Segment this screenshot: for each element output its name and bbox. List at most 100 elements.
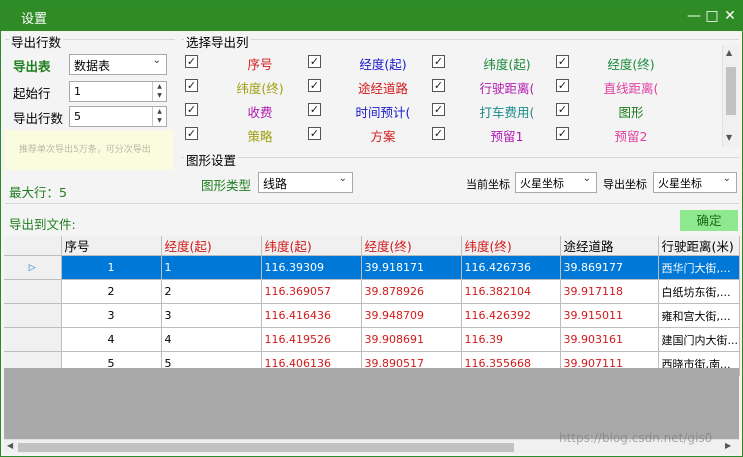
- checkbox-checked-icon[interactable]: ✓: [308, 79, 321, 92]
- table-cell[interactable]: 116.382104: [461, 279, 561, 304]
- minimize-icon[interactable]: —: [685, 7, 703, 25]
- table-cell[interactable]: 39.917118: [560, 279, 659, 304]
- export-table-value: 数据表: [74, 59, 111, 73]
- checkbox-checked-icon[interactable]: ✓: [308, 55, 321, 68]
- checkbox-checked-icon[interactable]: ✓: [432, 79, 445, 92]
- table-row[interactable]: ▷ 1 1 116.39309 39.918171 116.426736 39.869177…: [4, 255, 740, 280]
- column-option[interactable]: ✓ 预留1: [432, 125, 556, 145]
- scroll-down-icon[interactable]: ▼: [726, 133, 732, 142]
- table-cell[interactable]: 116.39: [461, 327, 561, 352]
- export-table-select[interactable]: 数据表 ⌄: [69, 54, 167, 75]
- export-coord-label: 导出坐标: [603, 178, 647, 191]
- column-option[interactable]: ✓ 打车费用(: [432, 101, 556, 121]
- checkbox-checked-icon[interactable]: ✓: [432, 127, 445, 140]
- column-option-label: 经度(起): [359, 57, 407, 72]
- start-row-stepper[interactable]: 1 ▲ ▼: [69, 81, 167, 102]
- column-option[interactable]: ✓ 图形: [556, 101, 680, 121]
- checkbox-checked-icon[interactable]: ✓: [556, 103, 569, 116]
- checkbox-checked-icon[interactable]: ✓: [556, 55, 569, 68]
- current-coord-select[interactable]: 火星坐标 ⌄: [515, 172, 597, 193]
- checkbox-checked-icon[interactable]: ✓: [185, 103, 198, 116]
- row-count-stepper[interactable]: 5 ▲ ▼: [69, 106, 167, 127]
- table-cell[interactable]: 2: [161, 279, 262, 304]
- scroll-left-icon[interactable]: ◀: [7, 441, 13, 450]
- export-coord-value: 火星坐标: [658, 177, 702, 190]
- table-row[interactable]: 2 2 116.369057 39.878926 116.382104 39.917118…: [4, 279, 740, 304]
- table-cell[interactable]: 白纸坊东街,...: [658, 279, 740, 304]
- export-coord-select[interactable]: 火星坐标 ⌄: [653, 172, 737, 193]
- table-cell[interactable]: 建国门内大街...: [658, 327, 740, 352]
- shape-type-label: 图形类型: [201, 178, 252, 193]
- column-option[interactable]: ✓ 直线距离(: [556, 77, 680, 97]
- column-header[interactable]: 序号: [61, 236, 162, 256]
- table-cell[interactable]: 39.918171: [361, 255, 462, 280]
- grid-header-row: 序号 经度(起) 纬度(起) 经度(终) 纬度(终) 途经道路 行驶距离(米): [4, 236, 740, 256]
- stepper-arrows-icon[interactable]: ▲ ▼: [152, 82, 166, 101]
- table-row[interactable]: 3 3 116.416436 39.948709 116.426392 39.915011…: [4, 303, 740, 328]
- column-option[interactable]: ✓ 时间预计(: [308, 101, 432, 121]
- table-cell[interactable]: 4: [161, 327, 262, 352]
- checkbox-checked-icon[interactable]: ✓: [185, 79, 198, 92]
- table-cell[interactable]: 3: [161, 303, 262, 328]
- table-cell[interactable]: 116.39309: [261, 255, 362, 280]
- columns-divider: [181, 39, 739, 40]
- checkbox-checked-icon[interactable]: ✓: [308, 103, 321, 116]
- start-row-label: 起始行: [13, 86, 51, 101]
- table-cell[interactable]: 116.369057: [261, 279, 362, 304]
- table-cell[interactable]: 1: [161, 255, 262, 280]
- checkbox-checked-icon[interactable]: ✓: [308, 127, 321, 140]
- column-header[interactable]: 经度(起): [161, 236, 262, 256]
- scroll-up-icon[interactable]: ▲: [726, 48, 732, 57]
- stepper-arrows-icon[interactable]: ▲ ▼: [152, 107, 166, 126]
- table-cell[interactable]: 雍和宫大街,...: [658, 303, 740, 328]
- column-header[interactable]: 纬度(起): [261, 236, 362, 256]
- table-cell[interactable]: 39.948709: [361, 303, 462, 328]
- scroll-thumb[interactable]: [726, 67, 736, 115]
- column-option[interactable]: ✓ 经度(起): [308, 53, 432, 73]
- column-header[interactable]: 途经道路: [560, 236, 659, 256]
- column-header[interactable]: 纬度(终): [461, 236, 561, 256]
- column-header[interactable]: 经度(终): [361, 236, 462, 256]
- checkbox-checked-icon[interactable]: ✓: [556, 127, 569, 140]
- column-option[interactable]: ✓ 纬度(起): [432, 53, 556, 73]
- column-option[interactable]: ✓ 方案: [308, 125, 432, 145]
- columns-scrollbar[interactable]: ▲ ▼: [722, 45, 739, 147]
- scroll-thumb[interactable]: [18, 443, 514, 452]
- table-cell[interactable]: 116.426736: [461, 255, 561, 280]
- table-cell[interactable]: 116.416436: [261, 303, 362, 328]
- column-option[interactable]: ✓ 策略: [185, 125, 309, 145]
- table-cell[interactable]: 39.869177: [560, 255, 659, 280]
- column-option[interactable]: ✓ 途经道路: [308, 77, 432, 97]
- table-cell[interactable]: 39.908691: [361, 327, 462, 352]
- shape-group-title: 图形设置: [184, 150, 239, 169]
- column-option[interactable]: ✓ 行驶距离(: [432, 77, 556, 97]
- checkbox-checked-icon[interactable]: ✓: [432, 103, 445, 116]
- column-option[interactable]: ✓ 预留2: [556, 125, 680, 145]
- column-option[interactable]: ✓ 经度(终): [556, 53, 680, 73]
- table-cell[interactable]: 39.878926: [361, 279, 462, 304]
- column-option[interactable]: ✓ 纬度(终): [185, 77, 309, 97]
- checkbox-checked-icon[interactable]: ✓: [432, 55, 445, 68]
- table-cell[interactable]: 116.419526: [261, 327, 362, 352]
- title-bar: 设置 — □ ✕: [1, 1, 742, 31]
- export-table-label: 导出表: [13, 59, 51, 74]
- column-option[interactable]: ✓ 序号: [185, 53, 309, 73]
- window-title: 设置: [21, 12, 48, 27]
- table-cell[interactable]: 39.903161: [560, 327, 659, 352]
- column-option-label: 时间预计(: [355, 105, 411, 120]
- checkbox-checked-icon[interactable]: ✓: [556, 79, 569, 92]
- table-row[interactable]: 4 4 116.419526 39.908691 116.39 39.903161 建国门内…: [4, 327, 740, 352]
- scroll-right-icon[interactable]: ▶: [725, 441, 731, 450]
- table-cell[interactable]: 39.915011: [560, 303, 659, 328]
- checkbox-checked-icon[interactable]: ✓: [185, 127, 198, 140]
- maximize-icon[interactable]: □: [703, 7, 721, 25]
- row-number: 2: [61, 279, 162, 304]
- column-header[interactable]: 行驶距离(米): [658, 236, 740, 256]
- table-cell[interactable]: 西华门大街,...: [658, 255, 740, 280]
- column-option[interactable]: ✓ 收费: [185, 101, 309, 121]
- close-icon[interactable]: ✕: [721, 7, 739, 25]
- shape-type-select[interactable]: 线路 ⌄: [258, 172, 353, 193]
- table-cell[interactable]: 116.426392: [461, 303, 561, 328]
- ok-button[interactable]: 确定: [680, 210, 738, 231]
- checkbox-checked-icon[interactable]: ✓: [185, 55, 198, 68]
